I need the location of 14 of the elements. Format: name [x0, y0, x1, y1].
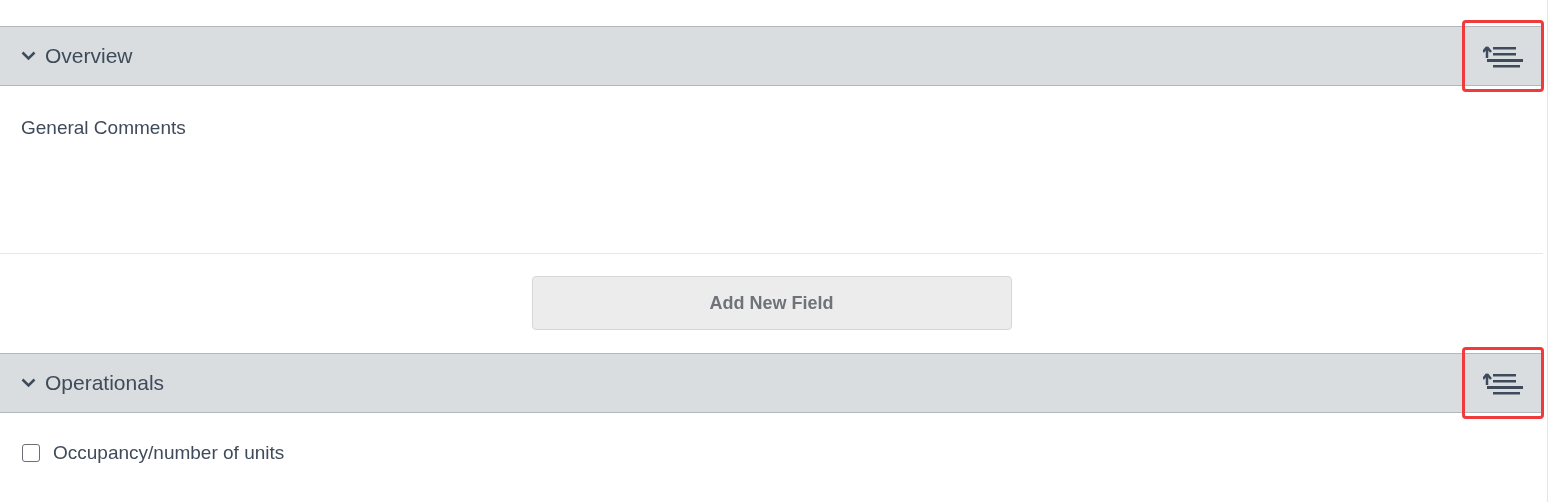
checkbox-label: Occupancy/number of units — [53, 441, 285, 465]
chevron-icon — [21, 51, 36, 61]
section-title: Overview — [45, 43, 133, 70]
checkbox[interactable] — [22, 444, 40, 463]
sort-icon — [1483, 371, 1523, 395]
sort-icon — [1483, 44, 1523, 68]
section-toggle[interactable]: Operationals — [0, 367, 165, 399]
sort-button[interactable] — [1462, 347, 1544, 419]
section-toggle[interactable]: Overview — [0, 40, 133, 72]
add-field-button[interactable]: Add New Field — [531, 276, 1012, 330]
chevron-icon — [21, 378, 36, 388]
section-title: Operationals — [45, 370, 165, 397]
field-label: General Comments — [21, 117, 186, 138]
sort-button[interactable] — [1462, 20, 1544, 92]
